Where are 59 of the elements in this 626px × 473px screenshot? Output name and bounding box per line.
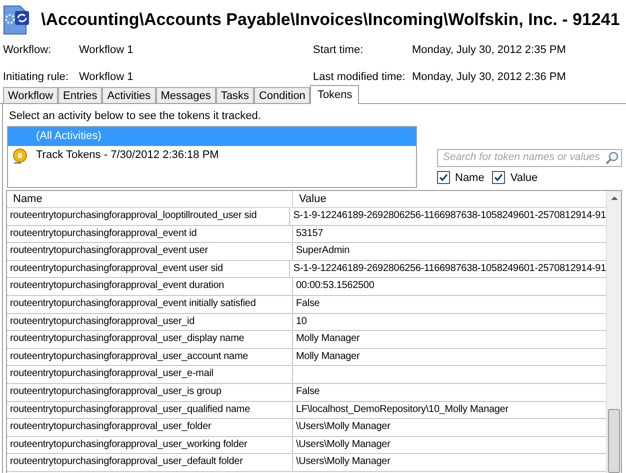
instruction-text: Select an activity below to see the tokens it tracked. bbox=[8, 109, 262, 124]
table-cell-text: \Users\Molly Manager bbox=[295, 420, 392, 434]
field-label: Start time: bbox=[312, 43, 364, 58]
table-cell-text: S-1-9-12246189-2692806256-1166987638-1058249601-2570812914-91 bbox=[292, 262, 606, 276]
table-cell: routeentrytopurchasingforapproval_event duration bbox=[7, 278, 293, 295]
field-value: Workflow 1 bbox=[79, 43, 134, 58]
table-cell-text: \Users\Molly Manager bbox=[295, 455, 392, 470]
tab[interactable]: Messages bbox=[156, 87, 216, 103]
table-cell: routeentrytopurchasingforapproval_user_qualified name bbox=[7, 402, 293, 418]
field-value: Monday, July 30, 2012 2:36 PM bbox=[412, 70, 567, 84]
workflow-document-icon bbox=[3, 5, 31, 35]
table-cell-text: Molly Manager bbox=[295, 332, 361, 346]
tab[interactable]: Entries bbox=[58, 87, 102, 103]
table-cell-text: False bbox=[295, 296, 321, 311]
table-cell-text: 10 bbox=[295, 314, 308, 329]
field-label: Initiating rule: bbox=[3, 70, 70, 84]
table-cell-text: Molly Manager bbox=[295, 350, 361, 364]
column-header[interactable]: Value bbox=[293, 191, 606, 207]
tab[interactable]: Tokens bbox=[310, 85, 360, 104]
tab[interactable]: Workflow bbox=[3, 87, 58, 103]
field-label: Workflow: bbox=[3, 43, 52, 58]
scrollbar-thumb[interactable] bbox=[608, 409, 620, 473]
tab[interactable]: Condition bbox=[254, 87, 310, 103]
table-cell: routeentrytopurchasingforapproval_user_e-mail bbox=[7, 366, 293, 383]
column-header[interactable]: Name bbox=[7, 191, 293, 207]
search-icon bbox=[605, 150, 619, 164]
field-value: Monday, July 30, 2012 2:35 PM bbox=[412, 43, 567, 58]
table-cell: routeentrytopurchasingforapproval_event user bbox=[7, 243, 293, 260]
table-cell: routeentrytopurchasingforapproval_user_default folder bbox=[7, 454, 293, 471]
table-cell: routeentrytopurchasingforapproval_event id bbox=[7, 226, 293, 242]
window-title: \Accounting\Accounts Payable\Invoices\Incoming\Wolfskin, Inc. - 91241 bbox=[41, 9, 620, 32]
filter-checkbox[interactable]: Value bbox=[492, 170, 538, 186]
tab[interactable]: Activities bbox=[102, 87, 156, 103]
table-cell-text: 00:00:53.1562500 bbox=[295, 279, 376, 294]
table-cell: routeentrytopurchasingforapproval_user_folder bbox=[7, 419, 293, 436]
table-cell: routeentrytopurchasingforapproval_looptillrouted_user sid bbox=[7, 208, 290, 225]
table-cell-text: SuperAdmin bbox=[295, 244, 351, 258]
table-cell-text: 53157 bbox=[295, 226, 324, 241]
filter-checkbox[interactable]: Name bbox=[437, 170, 484, 186]
table-cell: routeentrytopurchasingforapproval_user_display name bbox=[7, 331, 293, 348]
table-cell: routeentrytopurchasingforapproval_user_id bbox=[7, 314, 293, 330]
checkmark-icon bbox=[439, 173, 448, 182]
token-icon bbox=[12, 148, 28, 164]
table-cell: routeentrytopurchasingforapproval_event initially satisfied bbox=[7, 296, 293, 313]
table-cell: routeentrytopurchasingforapproval_user_working folder bbox=[7, 436, 293, 454]
checkmark-icon bbox=[494, 173, 504, 182]
tab[interactable]: Tasks bbox=[216, 87, 254, 103]
field-value: Workflow 1 bbox=[79, 70, 134, 84]
scrollbar[interactable] bbox=[606, 191, 621, 473]
field-label: Last modified time: bbox=[312, 70, 406, 84]
table-cell: routeentrytopurchasingforapproval_event user sid bbox=[7, 260, 290, 278]
table-cell-text: \Users\Molly Manager bbox=[295, 438, 392, 452]
table-cell-text: LF\localhost_DemoRepository\10_Molly Manager bbox=[295, 402, 510, 417]
activity-item[interactable]: Track Tokens - 7/30/2012 2:36:18 PM bbox=[8, 146, 416, 165]
table-cell: routeentrytopurchasingforapproval_user_is group bbox=[7, 384, 293, 401]
search-field[interactable]: Search for token names or values bbox=[437, 148, 622, 166]
table-cell-text: False bbox=[295, 384, 321, 399]
table-cell-text: S-1-9-12246189-2692806256-1166987638-1058249601-2570812914-91 bbox=[292, 209, 606, 223]
table-cell: routeentrytopurchasingforapproval_user_account name bbox=[7, 348, 293, 366]
